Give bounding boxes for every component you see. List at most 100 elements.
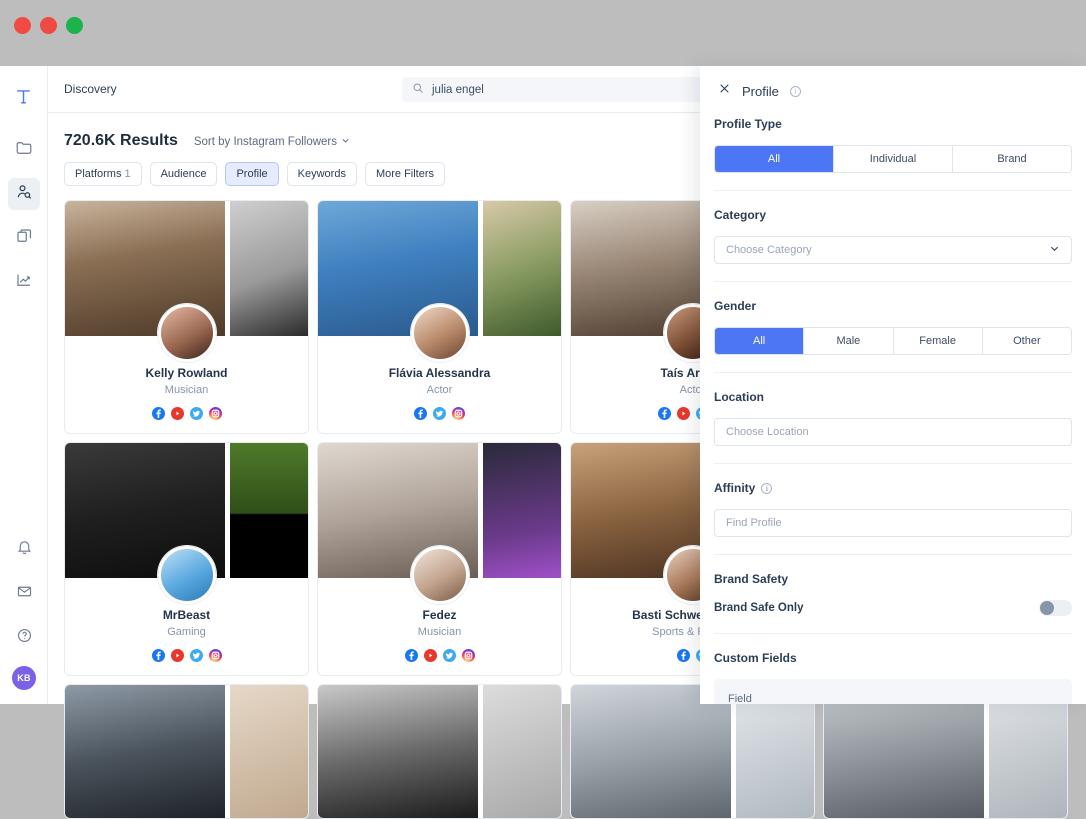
section-custom-fields: Custom Fields Field	[714, 634, 1072, 704]
section-label: Profile Type	[714, 117, 1072, 131]
info-icon[interactable]: i	[790, 86, 801, 97]
minimize-window-button[interactable]	[40, 17, 57, 34]
twitter-icon[interactable]	[443, 649, 456, 662]
main-content-area: Discovery julia engel 720.6K Results Sor…	[48, 66, 1086, 704]
close-window-button[interactable]	[14, 17, 31, 34]
sidebar-item-analytics[interactable]	[8, 266, 40, 298]
card-thumbnail-secondary	[230, 443, 308, 578]
question-circle-icon	[16, 627, 33, 649]
card-thumbnail-primary	[824, 685, 984, 819]
card-avatar[interactable]	[411, 304, 469, 362]
profile-card[interactable]: MrBeastGaming	[64, 442, 309, 676]
youtube-icon[interactable]	[171, 407, 184, 420]
location-placeholder: Choose Location	[726, 426, 809, 438]
instagram-icon[interactable]	[209, 649, 222, 662]
sort-dropdown[interactable]: Sort by Instagram Followers	[194, 136, 350, 148]
profile-type-option-individual[interactable]: Individual	[834, 146, 953, 172]
folder-icon	[15, 139, 33, 162]
card-profile-role: Musician	[165, 384, 208, 396]
youtube-icon[interactable]	[424, 649, 437, 662]
card-profile-role: Musician	[418, 626, 461, 638]
location-input[interactable]: Choose Location	[714, 418, 1072, 446]
chip-label: Profile	[236, 168, 267, 180]
facebook-icon[interactable]	[405, 649, 418, 662]
instagram-icon[interactable]	[209, 407, 222, 420]
twitter-icon[interactable]	[433, 407, 446, 420]
chip-keywords[interactable]: Keywords	[287, 162, 357, 186]
youtube-icon[interactable]	[677, 407, 690, 420]
facebook-icon[interactable]	[152, 649, 165, 662]
close-icon[interactable]	[718, 82, 731, 100]
left-navigation-rail: KB	[0, 66, 48, 704]
panel-sections: Profile Type All Individual Brand Catego…	[700, 100, 1086, 704]
chip-profile[interactable]: Profile	[225, 162, 278, 186]
card-social-links	[414, 407, 465, 420]
gender-option-all[interactable]: All	[715, 328, 804, 354]
profile-card[interactable]: Flávia AlessandraActor	[317, 200, 562, 434]
profile-card[interactable]	[317, 684, 562, 819]
instagram-icon[interactable]	[462, 649, 475, 662]
sidebar-item-campaigns[interactable]	[8, 134, 40, 166]
profile-type-option-brand[interactable]: Brand	[953, 146, 1071, 172]
card-avatar[interactable]	[411, 546, 469, 604]
profile-type-segmented-control: All Individual Brand	[714, 145, 1072, 173]
chip-more-filters[interactable]: More Filters	[365, 162, 445, 186]
rail-bottom-group: KB	[0, 534, 48, 690]
brand-safe-only-label: Brand Safe Only	[714, 602, 803, 614]
layers-icon	[15, 227, 33, 250]
logo-t-icon[interactable]	[8, 80, 40, 112]
card-thumbnail-secondary	[483, 685, 561, 819]
messages-button[interactable]	[8, 578, 40, 610]
help-button[interactable]	[8, 622, 40, 654]
youtube-icon[interactable]	[171, 649, 184, 662]
affinity-input[interactable]: Find Profile	[714, 509, 1072, 537]
card-thumbnail-secondary	[989, 685, 1067, 819]
chevron-down-icon	[1049, 243, 1060, 257]
brand-safe-only-toggle[interactable]	[1039, 600, 1072, 616]
toggle-knob	[1040, 601, 1054, 615]
card-avatar[interactable]	[158, 546, 216, 604]
notifications-button[interactable]	[8, 534, 40, 566]
twitter-icon[interactable]	[190, 407, 203, 420]
facebook-icon[interactable]	[414, 407, 427, 420]
chip-platforms[interactable]: Platforms1	[64, 162, 142, 186]
facebook-icon[interactable]	[152, 407, 165, 420]
card-thumbnail-secondary	[483, 443, 561, 578]
card-avatar[interactable]	[158, 304, 216, 362]
card-thumbnail-primary	[65, 685, 225, 819]
section-brand-safety: Brand Safety Brand Safe Only	[714, 555, 1072, 634]
gender-option-male[interactable]: Male	[804, 328, 893, 354]
search-icon	[412, 81, 424, 99]
twitter-icon[interactable]	[190, 649, 203, 662]
profile-card[interactable]: Kelly Rowland Musician	[64, 200, 309, 434]
instagram-icon[interactable]	[452, 407, 465, 420]
brand-safe-only-row: Brand Safe Only	[714, 600, 1072, 616]
category-select[interactable]: Choose Category	[714, 236, 1072, 264]
profile-card[interactable]	[823, 684, 1068, 819]
card-social-links	[152, 649, 222, 662]
profile-type-option-all[interactable]: All	[715, 146, 834, 172]
info-icon[interactable]: i	[761, 483, 772, 494]
profile-card[interactable]	[64, 684, 309, 819]
breadcrumb: Discovery	[64, 82, 117, 96]
gender-option-other[interactable]: Other	[983, 328, 1071, 354]
sidebar-item-lists[interactable]	[8, 222, 40, 254]
facebook-icon[interactable]	[658, 407, 671, 420]
search-value: julia engel	[432, 84, 484, 96]
card-profile-name: MrBeast	[163, 608, 210, 622]
chip-label: Audience	[161, 168, 207, 180]
sort-label: Sort by Instagram Followers	[194, 136, 337, 148]
sidebar-item-discovery[interactable]	[8, 178, 40, 210]
profile-card[interactable]: Fedez Musician	[317, 442, 562, 676]
facebook-icon[interactable]	[677, 649, 690, 662]
gender-segmented-control: All Male Female Other	[714, 327, 1072, 355]
user-avatar[interactable]: KB	[12, 666, 36, 690]
section-affinity: Affinity i Find Profile	[714, 464, 1072, 555]
card-profile-name: Kelly Rowland	[145, 366, 227, 380]
profile-card[interactable]	[570, 684, 815, 819]
chip-label: Keywords	[298, 168, 346, 180]
card-profile-name: Fedez	[422, 608, 456, 622]
maximize-window-button[interactable]	[66, 17, 83, 34]
chip-audience[interactable]: Audience	[150, 162, 218, 186]
gender-option-female[interactable]: Female	[894, 328, 983, 354]
